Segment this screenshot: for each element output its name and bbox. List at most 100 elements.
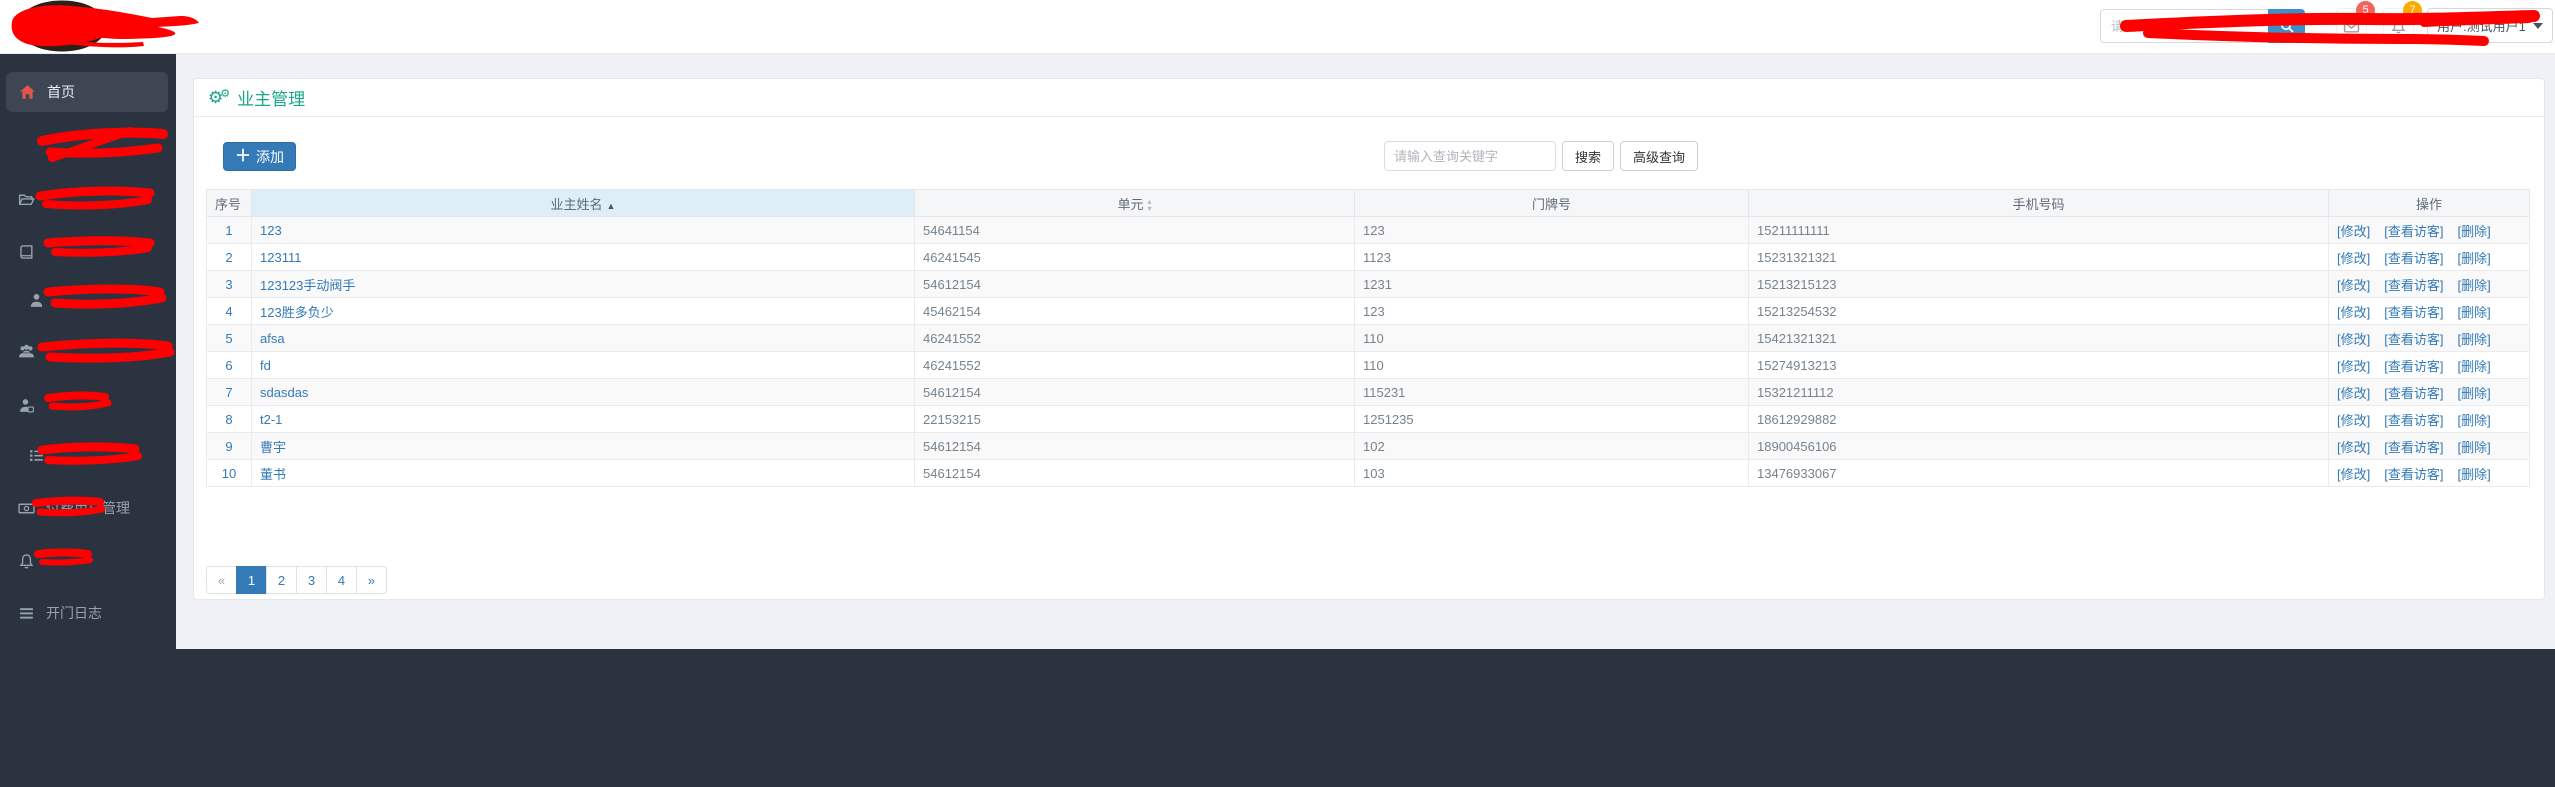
sidebar-item-首页[interactable]: 首页 [6,72,168,112]
panel-header: ⚙⚙ 业主管理 [194,79,2544,117]
sidebar-item-redacted-8[interactable] [0,547,176,575]
delete-link[interactable]: [删除] [2457,437,2490,456]
owner-name-link[interactable]: 123胜多负少 [260,305,334,320]
edit-link[interactable]: [修改] [2337,248,2370,267]
row-number-link[interactable]: 6 [225,358,232,373]
advanced-query-button[interactable]: 高级查询 [1620,141,1699,171]
view-visitors-link[interactable]: [查看访客] [2384,356,2443,375]
cell-phone-number: 15211111111 [1748,216,2329,244]
page-title: 业主管理 [237,90,306,109]
sidebar-item-redacted-2[interactable] [0,238,176,266]
owner-name-link[interactable]: 曹宇 [260,440,286,455]
sidebar-item-label: 首页 [47,84,75,100]
delete-link[interactable]: [删除] [2457,221,2490,240]
edit-link[interactable]: [修改] [2337,356,2370,375]
owner-name-link[interactable]: sdasdas [260,385,308,400]
sidebar-item-redacted-6[interactable] [0,441,176,469]
edit-link[interactable]: [修改] [2337,437,2370,456]
add-button[interactable]: ＋ 添加 [223,142,296,171]
sidebar-item-redacted-1[interactable] [0,185,176,213]
pagination-page-2[interactable]: 2 [266,566,297,594]
edit-link[interactable]: [修改] [2337,464,2370,483]
edit-link[interactable]: [修改] [2337,383,2370,402]
query-keyword-input[interactable] [1384,141,1556,171]
sidebar-item-redacted-3[interactable] [0,286,176,314]
delete-link[interactable]: [删除] [2457,356,2490,375]
sidebar-item-redacted-4[interactable] [0,337,176,365]
row-number-link[interactable]: 3 [225,277,232,292]
row-number-link[interactable]: 4 [225,304,232,319]
owner-name-link[interactable]: fd [260,358,271,373]
pagination-page-3[interactable]: 3 [296,566,327,594]
cell-owner-name: 123胜多负少 [251,297,915,325]
sidebar-item-开门日志[interactable]: 开门日志 [0,599,176,627]
owner-name-link[interactable]: 123111 [260,250,301,265]
table-row: 6 fd 46241552 110 15274913213 [修改] [查看访客] [删除] [206,351,2530,379]
cell-phone-number: 15231321321 [1748,243,2329,271]
view-visitors-link[interactable]: [查看访客] [2384,221,2443,240]
delete-link[interactable]: [删除] [2457,410,2490,429]
owner-name-link[interactable]: 123123手动阀手 [260,278,355,293]
owner-name-link[interactable]: 董书 [260,467,286,482]
pagination-prev[interactable]: « [206,566,237,594]
cell-phone-number: 15421321321 [1748,324,2329,352]
messages-button[interactable]: 5 [2336,1,2375,44]
row-number-link[interactable]: 1 [225,223,232,238]
owner-management-panel: ⚙⚙ 业主管理 ＋ 添加 搜索 高级查询 序号业主姓名▲单元▴▾门牌号手机号码操… [193,78,2545,600]
edit-link[interactable]: [修改] [2337,329,2370,348]
delete-link[interactable]: [删除] [2457,248,2490,267]
cell-actions: [修改] [查看访客] [删除] [2328,432,2530,460]
row-number-link[interactable]: 10 [222,466,236,481]
row-number-link[interactable]: 7 [225,385,232,400]
navbar-search-button[interactable] [2268,9,2305,43]
view-visitors-link[interactable]: [查看访客] [2384,464,2443,483]
edit-link[interactable]: [修改] [2337,275,2370,294]
view-visitors-link[interactable]: [查看访客] [2384,329,2443,348]
notifications-badge: 7 [2403,1,2422,20]
pagination-next[interactable]: » [356,566,387,594]
column-header-手机号码: 手机号码 [1748,189,2329,217]
pagination-page-4[interactable]: 4 [326,566,357,594]
owner-name-link[interactable]: t2-1 [260,412,282,427]
menu-icon [18,605,35,622]
delete-link[interactable]: [删除] [2457,383,2490,402]
sidebar-item-redacted-5[interactable] [0,391,176,419]
delete-link[interactable]: [删除] [2457,329,2490,348]
edit-link[interactable]: [修改] [2337,410,2370,429]
cell-phone-number: 18900456106 [1748,432,2329,460]
table-row: 3 123123手动阀手 54612154 1231 15213215123 [修改] [查… [206,270,2530,298]
view-visitors-link[interactable]: [查看访客] [2384,275,2443,294]
row-number-link[interactable]: 8 [225,412,232,427]
sidebar-item-付费用户管理[interactable]: 付费用户管理 [0,494,176,522]
cell-actions: [修改] [查看访客] [删除] [2328,378,2530,406]
messages-badge: 5 [2356,1,2375,20]
cell-door-number: 103 [1354,459,1749,487]
row-number-link[interactable]: 2 [225,250,232,265]
notifications-button[interactable]: 7 [2383,1,2422,44]
row-number-link[interactable]: 5 [225,331,232,346]
navbar-search-input[interactable] [2100,9,2268,43]
view-visitors-link[interactable]: [查看访客] [2384,248,2443,267]
user-dropdown[interactable]: 用户:测试用户1 [2427,8,2553,43]
view-visitors-link[interactable]: [查看访客] [2384,410,2443,429]
row-number-link[interactable]: 9 [225,439,232,454]
column-header-单元[interactable]: 单元 ▴ ▾ [914,189,1355,217]
view-visitors-link[interactable]: [查看访客] [2384,383,2443,402]
cell-owner-name: t2-1 [251,405,915,433]
view-visitors-link[interactable]: [查看访客] [2384,437,2443,456]
edit-link[interactable]: [修改] [2337,221,2370,240]
pagination-page-1[interactable]: 1 [236,566,267,594]
cell-door-number: 1251235 [1354,405,1749,433]
delete-link[interactable]: [删除] [2457,302,2490,321]
delete-link[interactable]: [删除] [2457,464,2490,483]
view-visitors-link[interactable]: [查看访客] [2384,302,2443,321]
cell-unit: 54612154 [914,459,1355,487]
edit-link[interactable]: [修改] [2337,302,2370,321]
delete-link[interactable]: [删除] [2457,275,2490,294]
owner-name-link[interactable]: afsa [260,331,285,346]
sort-both-icon: ▴ ▾ [1147,197,1152,214]
search-button[interactable]: 搜索 [1562,141,1615,171]
column-header-业主姓名[interactable]: 业主姓名 ▲ [251,189,915,217]
cell-owner-name: 123111 [251,243,915,271]
owner-name-link[interactable]: 123 [260,223,282,238]
